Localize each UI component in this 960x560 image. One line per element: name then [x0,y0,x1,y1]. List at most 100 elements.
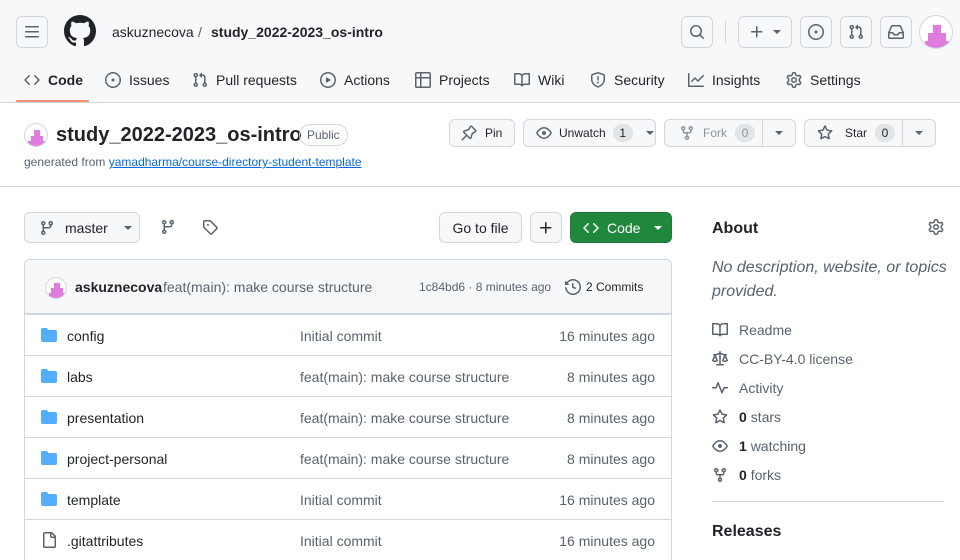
commit-author[interactable]: askuznecova [75,279,162,295]
go-to-file-label: Go to file [452,219,509,236]
file-row[interactable]: presentation feat(main): make course str… [25,396,671,437]
tab-security[interactable]: Security [590,64,665,96]
code-icon [583,222,599,233]
tab-settings[interactable]: Settings [786,64,861,96]
forks-count: 0 [739,467,747,483]
shield-icon [591,72,605,88]
commit-hash-time[interactable]: 1c84bd6 · 8 minutes ago [419,280,551,294]
fork-dropdown[interactable] [763,120,795,146]
plus-icon [751,26,763,38]
file-commit-message[interactable]: Initial commit [300,532,382,550]
tab-security-label: Security [614,72,665,88]
branch-selector[interactable]: master [24,212,140,243]
github-logo[interactable] [64,15,96,47]
file-commit-message[interactable]: feat(main): make course structure [300,450,509,468]
file-name[interactable]: template [67,491,121,509]
file-row[interactable]: .gitattributes Initial commit 16 minutes… [25,519,671,560]
file-row[interactable]: labs feat(main): make course structure 8… [25,355,671,396]
star-button[interactable]: Star 0 [805,120,903,146]
file-age: 16 minutes ago [559,533,655,549]
branches-link[interactable] [160,219,176,235]
pull-request-icon [849,24,864,40]
inbox-button[interactable] [880,16,912,48]
commit-message[interactable]: feat(main): make course structure [163,279,372,295]
tags-link[interactable] [202,219,218,235]
code-button-label: Code [607,219,641,236]
activity-link[interactable]: Activity [712,380,783,396]
owner-avatar[interactable] [24,123,48,147]
star-dropdown[interactable] [903,120,935,146]
about-settings-button[interactable] [928,219,944,235]
activity-label: Activity [739,380,784,396]
file-name[interactable]: labs [67,368,93,386]
fork-button[interactable]: Fork 0 [665,120,763,146]
tab-wiki[interactable]: Wiki [514,64,564,96]
generated-from-prefix: generated from [24,155,106,169]
pin-button[interactable]: Pin [449,119,515,147]
graph-icon [688,73,704,87]
stars-label: stars [750,409,782,425]
issues-button[interactable] [800,16,832,48]
watching-link[interactable]: 1 watching [712,438,806,454]
file-icon [43,532,56,548]
unwatch-button[interactable]: Unwatch 1 [523,119,656,147]
file-row[interactable]: config Initial commit 16 minutes ago [25,314,671,355]
forks-link[interactable]: 0 forks [712,467,781,483]
pull-requests-button[interactable] [840,16,872,48]
table-icon [415,72,431,88]
tab-code[interactable]: Code [24,64,83,96]
tab-actions[interactable]: Actions [320,64,390,96]
tab-insights[interactable]: Insights [688,64,760,96]
search-button[interactable] [681,16,713,48]
latest-commit-bar: askuznecova feat(main): make course stru… [25,260,671,314]
template-link[interactable]: yamadharma/course-directory-student-temp… [109,155,362,169]
file-commit-message[interactable]: feat(main): make course structure [300,368,509,386]
header-divider [725,20,726,44]
readme-label: Readme [739,322,792,338]
readme-link[interactable]: Readme [712,322,792,338]
releases-heading[interactable]: Releases [712,522,781,542]
file-commit-message[interactable]: Initial commit [300,327,382,345]
commits-count: 2 Commits [586,280,644,294]
file-name[interactable]: presentation [67,409,144,427]
about-description: No description, website, or topics provi… [712,259,947,300]
title-divider [0,186,960,187]
add-file-button[interactable] [530,212,562,243]
commit-author-avatar[interactable] [45,277,67,299]
gear-icon [928,219,944,235]
file-commit-message[interactable]: Initial commit [300,491,382,509]
chevron-down-icon [915,131,923,135]
folder-icon [41,451,57,465]
menu-button[interactable] [16,16,48,48]
search-icon [690,25,705,40]
license-link[interactable]: CC-BY-4.0 license [712,351,853,367]
eye-icon [712,440,728,452]
file-name[interactable]: project-personal [67,450,167,468]
code-dropdown-button[interactable]: Code [570,212,672,243]
file-age: 16 minutes ago [559,328,655,344]
file-age: 8 minutes ago [567,369,655,385]
commits-history-link[interactable]: 2 Commits [565,279,643,295]
file-row[interactable]: project-personal feat(main): make course… [25,437,671,478]
tab-pull-requests[interactable]: Pull requests [192,64,297,96]
file-name[interactable]: config [67,327,104,345]
go-to-file-button[interactable]: Go to file [439,212,522,243]
breadcrumb-repo[interactable]: study_2022-2023_os-intro [211,22,383,42]
star-count: 0 [875,124,896,142]
file-name[interactable]: .gitattributes [67,532,143,550]
watching-count: 1 [739,438,747,454]
create-new-button[interactable] [738,16,792,48]
tab-issues[interactable]: Issues [105,64,169,96]
file-commit-message[interactable]: feat(main): make course structure [300,409,509,427]
stars-link[interactable]: 0 stars [712,409,781,425]
fork-label: Fork [703,126,727,140]
issue-icon [808,24,824,40]
breadcrumb-owner[interactable]: askuznecova [112,22,194,42]
avatar[interactable] [919,15,953,49]
file-list: askuznecova feat(main): make course stru… [24,259,672,560]
pulse-icon [712,382,728,394]
branch-icon [40,220,53,235]
tab-projects[interactable]: Projects [415,64,490,96]
repo-title[interactable]: study_2022-2023_os-intro [56,123,302,147]
file-row[interactable]: template Initial commit 16 minutes ago [25,478,671,519]
